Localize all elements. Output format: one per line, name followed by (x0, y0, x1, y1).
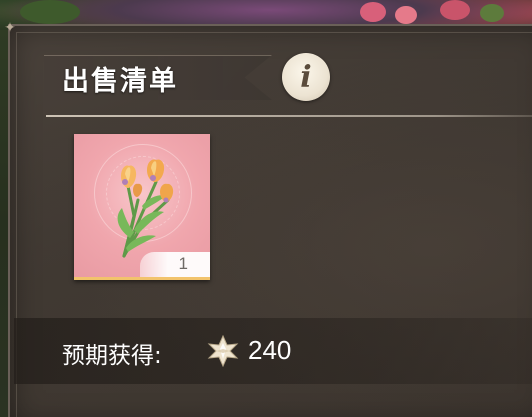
background-leaf (20, 0, 80, 24)
expected-earnings-value: 240 (248, 335, 292, 365)
item-slot[interactable]: 1 (74, 134, 210, 280)
sell-list-screen: ✦ 出售清单 i 1 预期获得: 240 (0, 0, 532, 417)
info-glyph: i (300, 59, 312, 95)
expected-earnings-label: 预期获得: (62, 343, 162, 369)
background-flower (360, 2, 386, 22)
info-icon[interactable]: i (282, 53, 330, 101)
background-flower (440, 0, 470, 20)
star-crystal-icon (207, 335, 239, 367)
background-flower (395, 6, 417, 24)
title-divider (46, 115, 532, 117)
corner-ornament-icon: ✦ (4, 20, 16, 36)
quantity-tab (140, 252, 210, 278)
item-quantity: 1 (178, 254, 188, 273)
background-leaf (480, 4, 504, 22)
panel-title: 出售清单 (62, 66, 178, 97)
